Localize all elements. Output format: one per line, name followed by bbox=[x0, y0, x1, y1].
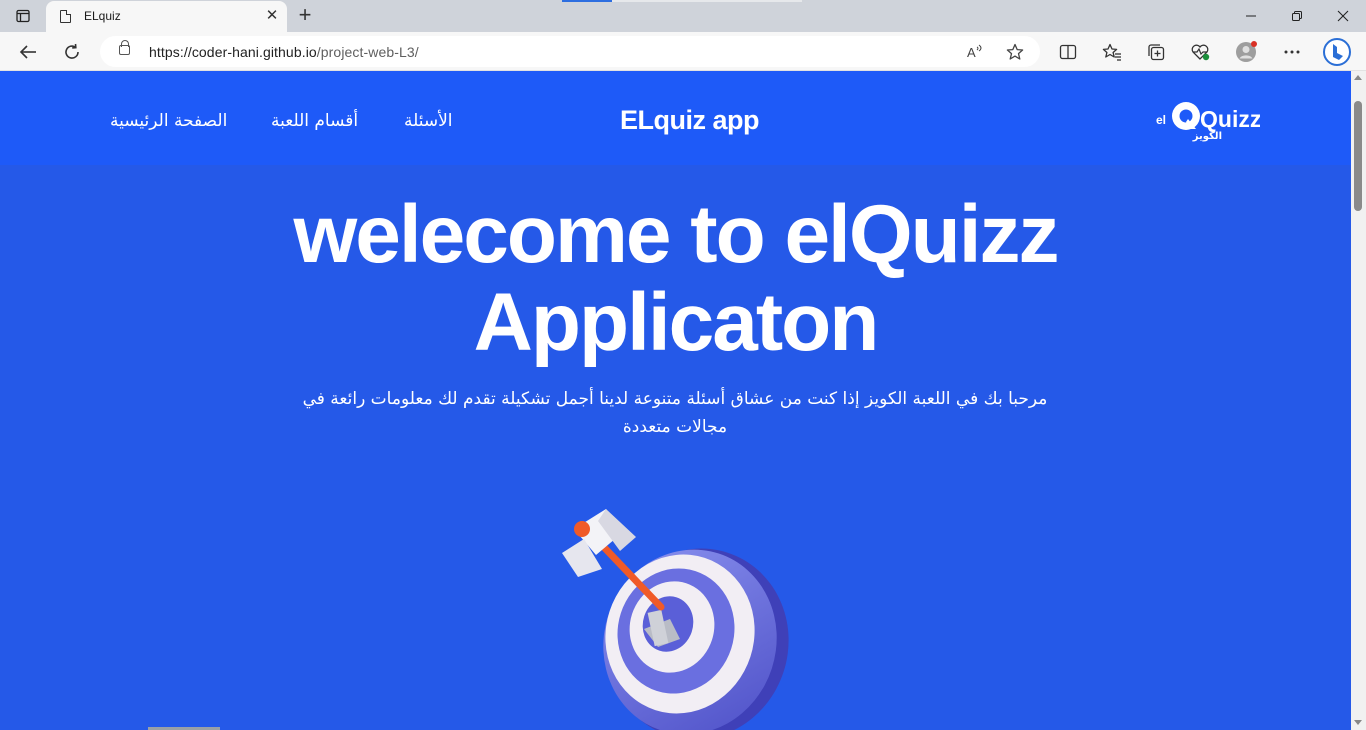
logo-arabic: الكويز bbox=[1192, 131, 1222, 142]
new-tab-button[interactable]: + bbox=[292, 3, 318, 29]
svg-text:A: A bbox=[967, 45, 976, 60]
read-aloud-icon[interactable]: A bbox=[963, 40, 987, 64]
more-icon bbox=[1284, 50, 1300, 54]
nav-questions-link[interactable]: الأسئلة bbox=[404, 111, 453, 131]
profile-button[interactable] bbox=[1231, 37, 1261, 67]
target-illustration bbox=[548, 499, 798, 730]
logo-prefix: el bbox=[1156, 113, 1166, 127]
loading-indicator bbox=[562, 0, 612, 2]
close-window-button[interactable] bbox=[1320, 0, 1366, 32]
heart-pulse-icon bbox=[1191, 44, 1210, 61]
split-screen-button[interactable] bbox=[1053, 37, 1083, 67]
restore-icon bbox=[1292, 11, 1302, 21]
browser-toolbar: https://coder-hani.github.io/project-web… bbox=[0, 32, 1366, 71]
url-path: /project-web-L3/ bbox=[316, 44, 419, 60]
collections-icon bbox=[1148, 44, 1165, 61]
more-menu-button[interactable] bbox=[1277, 37, 1307, 67]
close-icon bbox=[1337, 10, 1349, 22]
nav-home-link[interactable]: الصفحة الرئيسية bbox=[110, 111, 227, 131]
url-host: https://coder-hani.github.io bbox=[149, 44, 317, 60]
restore-button[interactable] bbox=[1274, 0, 1320, 32]
browser-tab-active[interactable]: ELquiz ✕ bbox=[46, 1, 287, 32]
collections-button[interactable] bbox=[1141, 37, 1171, 67]
browser-essentials-button[interactable] bbox=[1185, 37, 1215, 67]
bing-icon bbox=[1323, 38, 1351, 66]
site-brand[interactable]: ELquiz app bbox=[620, 105, 760, 136]
close-tab-icon[interactable]: ✕ bbox=[263, 7, 281, 25]
lock-icon[interactable] bbox=[119, 40, 130, 55]
back-button[interactable] bbox=[13, 37, 43, 67]
favorites-button[interactable] bbox=[1097, 37, 1127, 67]
tab-title: ELquiz bbox=[84, 9, 121, 23]
split-screen-icon bbox=[1059, 44, 1077, 60]
url-text[interactable]: https://coder-hani.github.io/project-web… bbox=[149, 44, 419, 60]
star-icon[interactable] bbox=[1003, 40, 1027, 64]
site-header: الصفحة الرئيسية أقسام اللعبة الأسئلة ELq… bbox=[0, 71, 1351, 165]
site-logo[interactable]: el Quizz الكويز bbox=[1156, 99, 1261, 143]
hero-title-line1: welecome to elQuizz bbox=[293, 189, 1060, 280]
hero-title-line2: Applicaton bbox=[473, 277, 880, 368]
page-icon bbox=[60, 10, 71, 23]
bing-chat-button[interactable] bbox=[1322, 37, 1352, 67]
arrow-left-icon bbox=[19, 45, 36, 59]
avatar-icon bbox=[1236, 41, 1257, 62]
favorites-icon bbox=[1102, 43, 1121, 61]
minimize-button[interactable] bbox=[1228, 0, 1274, 32]
logo-word: Quizz bbox=[1200, 106, 1260, 132]
browser-tab-strip: ELquiz ✕ + bbox=[0, 0, 1366, 32]
scroll-up-arrow[interactable] bbox=[1354, 75, 1362, 80]
hero-subtitle: مرحبا بك في اللعبة الكويز إذا كنت من عشا… bbox=[302, 389, 1048, 437]
tab-actions-button[interactable] bbox=[0, 0, 46, 32]
vertical-scrollbar[interactable] bbox=[1351, 71, 1366, 730]
refresh-button[interactable] bbox=[57, 37, 87, 67]
web-page: الصفحة الرئيسية أقسام اللعبة الأسئلة ELq… bbox=[0, 71, 1351, 730]
refresh-icon bbox=[65, 43, 79, 59]
loading-track bbox=[612, 0, 802, 2]
hero-title: welecome to elQuizz Applicaton bbox=[0, 191, 1351, 367]
tab-actions-icon bbox=[16, 9, 30, 23]
bullseye-arrow-icon bbox=[562, 509, 789, 730]
address-bar[interactable]: https://coder-hani.github.io/project-web… bbox=[100, 36, 1040, 67]
minimize-icon bbox=[1246, 15, 1256, 17]
nav-categories-link[interactable]: أقسام اللعبة bbox=[271, 111, 358, 131]
scroll-thumb[interactable] bbox=[1354, 101, 1362, 211]
scroll-down-arrow[interactable] bbox=[1354, 720, 1362, 725]
